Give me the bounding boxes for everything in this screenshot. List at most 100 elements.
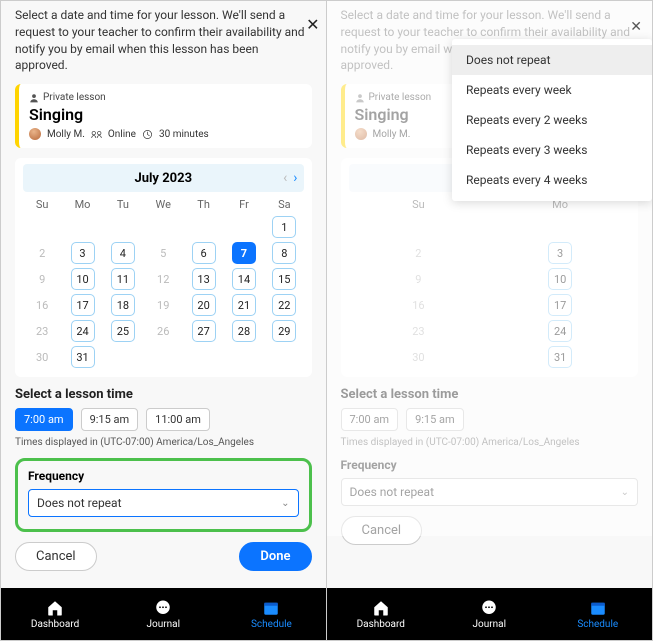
frequency-value: Does not repeat — [37, 496, 122, 510]
time-option[interactable]: 7:00 am — [15, 408, 73, 431]
close-icon[interactable]: ✕ — [306, 15, 319, 34]
calendar-day: 30 — [30, 346, 54, 368]
teacher-name: Molly M. — [373, 129, 411, 140]
lesson-title: Singing — [29, 105, 302, 124]
calendar-day[interactable]: 3 — [548, 242, 572, 264]
time-option[interactable]: 7:00 am — [341, 408, 399, 431]
calendar-day: 5 — [151, 242, 175, 264]
calendar-day: 9 — [30, 268, 54, 290]
person-icon — [29, 93, 39, 103]
instruction-text: Select a date and time for your lesson. … — [341, 7, 639, 74]
calendar-day: 2 — [406, 242, 430, 264]
tab-label: Journal — [472, 619, 506, 630]
calendar-day: 2 — [30, 242, 54, 264]
calendar-dow: We — [144, 196, 182, 213]
calendar-day[interactable]: 10 — [71, 268, 95, 290]
teacher-name: Molly M. — [47, 129, 85, 140]
calendar-day[interactable]: 27 — [192, 320, 216, 342]
cancel-button[interactable]: Cancel — [15, 542, 97, 571]
done-button[interactable]: Done — [239, 542, 311, 571]
calendar-day: 23 — [30, 320, 54, 342]
frequency-section: Frequency Does not repeat ⌄ — [341, 458, 639, 506]
home-icon — [46, 599, 64, 617]
calendar-dow: Su — [349, 196, 489, 213]
calendar-day[interactable]: 7 — [232, 242, 256, 264]
calendar-next-icon[interactable]: › — [293, 170, 297, 186]
time-option[interactable]: 9:15 am — [406, 408, 464, 431]
calendar-day[interactable]: 13 — [192, 268, 216, 290]
timezone-note: Times displayed in (UTC-07:00) America/L… — [15, 437, 312, 448]
lesson-type-label: Private lesson — [369, 92, 432, 103]
tab-dashboard[interactable]: Dashboard — [1, 588, 109, 640]
calendar-dow: Su — [23, 196, 61, 213]
frequency-select[interactable]: Does not repeat ⌄ — [28, 489, 299, 517]
calendar-dow: Mo — [63, 196, 101, 213]
scheduler-pane-main: ✕ Select a date and time for your lesson… — [1, 1, 327, 640]
tab-schedule[interactable]: Schedule — [217, 588, 325, 640]
calendar-day[interactable]: 28 — [232, 320, 256, 342]
calendar-day[interactable]: 11 — [111, 268, 135, 290]
calendar-day[interactable]: 24 — [548, 320, 572, 342]
cancel-button[interactable]: Cancel — [341, 516, 423, 545]
calendar-dow: Th — [184, 196, 222, 213]
calendar-title — [488, 171, 491, 186]
calendar-day[interactable]: 17 — [71, 294, 95, 316]
calendar-day: 30 — [406, 346, 430, 368]
teacher-avatar — [29, 128, 41, 140]
calendar-day[interactable]: 6 — [192, 242, 216, 264]
tab-dashboard[interactable]: Dashboard — [327, 588, 436, 640]
calendar-day: 12 — [151, 268, 175, 290]
frequency-label: Frequency — [341, 458, 639, 472]
instruction-text: Select a date and time for your lesson. … — [15, 7, 312, 74]
tab-schedule[interactable]: Schedule — [544, 588, 653, 640]
calendar-day: 23 — [406, 320, 430, 342]
home-icon — [372, 599, 390, 617]
chat-icon — [480, 599, 498, 617]
calendar: SuMo23910161723243031 — [341, 158, 639, 377]
calendar-dow: Fr — [225, 196, 263, 213]
time-option[interactable]: 9:15 am — [81, 408, 139, 431]
calendar-day[interactable]: 10 — [548, 268, 572, 290]
time-option[interactable]: 11:00 am — [146, 408, 210, 431]
calendar-day[interactable]: 17 — [548, 294, 572, 316]
calendar-day[interactable]: 22 — [272, 294, 296, 316]
tab-journal[interactable]: Journal — [109, 588, 217, 640]
tab-label: Journal — [147, 619, 181, 630]
tab-label: Dashboard — [357, 619, 405, 630]
calendar-day[interactable]: 15 — [272, 268, 296, 290]
calendar-day[interactable]: 21 — [232, 294, 256, 316]
tab-label: Schedule — [577, 619, 618, 630]
calendar-day[interactable]: 1 — [272, 216, 296, 238]
calendar-day[interactable]: 24 — [71, 320, 95, 342]
calendar: July 2023 ‹ › SuMoTuWeThFrSa123456789101… — [15, 158, 312, 377]
calendar-day[interactable]: 25 — [111, 320, 135, 342]
calendar-icon — [589, 599, 607, 617]
calendar-day: 16 — [406, 294, 430, 316]
lesson-duration: 30 minutes — [159, 129, 209, 140]
calendar-day[interactable]: 14 — [232, 268, 256, 290]
calendar-day[interactable]: 18 — [111, 294, 135, 316]
online-icon — [91, 129, 102, 140]
calendar-day[interactable]: 31 — [548, 346, 572, 368]
calendar-dow: Mo — [490, 196, 630, 213]
calendar-day[interactable]: 31 — [71, 346, 95, 368]
tab-journal[interactable]: Journal — [435, 588, 544, 640]
calendar-day[interactable]: 3 — [71, 242, 95, 264]
time-heading: Select a lesson time — [341, 387, 639, 402]
frequency-value: Does not repeat — [350, 485, 435, 499]
calendar-day[interactable]: 29 — [272, 320, 296, 342]
calendar-day[interactable]: 8 — [272, 242, 296, 264]
calendar-dow: Tu — [104, 196, 142, 213]
frequency-select[interactable]: Does not repeat ⌄ — [341, 478, 639, 506]
tab-label: Dashboard — [31, 619, 79, 630]
lesson-card: Private lesson Singing Molly M. Online 3… — [15, 84, 312, 148]
frequency-section-highlighted: Frequency Does not repeat ⌄ — [15, 458, 312, 532]
scheduler-pane-dropdown: Select a date and time for your lesson. … — [327, 1, 653, 640]
calendar-prev-icon[interactable]: ‹ — [283, 170, 287, 186]
calendar-day: 26 — [151, 320, 175, 342]
calendar-day[interactable]: 4 — [111, 242, 135, 264]
chevron-down-icon: ⌄ — [281, 498, 289, 509]
person-icon — [355, 93, 365, 103]
calendar-day[interactable]: 20 — [192, 294, 216, 316]
chat-icon — [154, 599, 172, 617]
